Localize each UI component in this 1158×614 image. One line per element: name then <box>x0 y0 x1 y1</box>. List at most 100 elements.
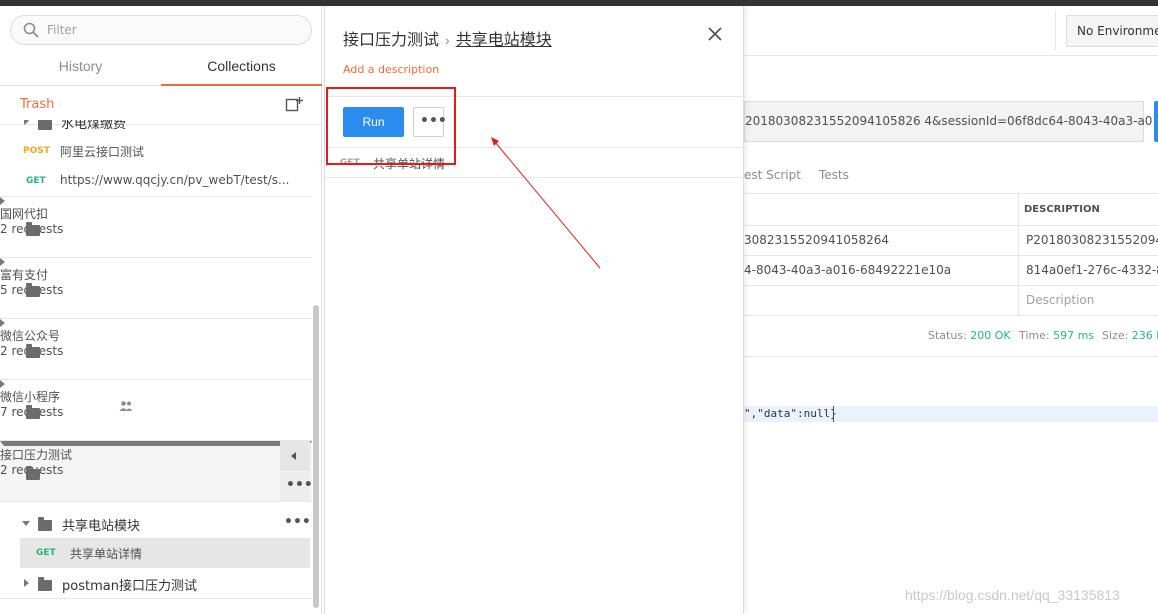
send-button[interactable] <box>1154 101 1158 142</box>
folder-icon <box>26 405 40 419</box>
tab-collections[interactable]: Collections <box>161 52 322 86</box>
collection-name: 接口压力测试 <box>0 448 73 462</box>
collection-item[interactable]: 微信公众号 2 requests <box>0 319 312 380</box>
collection-name: 富有支付 <box>0 268 49 282</box>
new-collection-icon[interactable] <box>285 96 303 114</box>
folder-icon <box>26 222 40 236</box>
panel-request-row[interactable]: GET 共享单站详情 <box>325 148 745 178</box>
time-label: Time: 597 ms <box>1019 329 1095 342</box>
collection-count: 5 requests <box>0 283 63 297</box>
method-badge: POST <box>23 146 50 156</box>
size-value: 236 B <box>1131 329 1158 342</box>
tab-pre-request-script[interactable]: est Script <box>744 168 801 182</box>
list-item-folder[interactable]: postman接口压力测试 <box>0 568 312 598</box>
caret-left-icon <box>291 452 296 460</box>
collection-name: 微信公众号 <box>0 329 61 343</box>
time-value: 597 ms <box>1053 329 1095 342</box>
collection-count: 7 requests <box>0 405 63 419</box>
folder-icon <box>38 577 52 591</box>
collection-name: 微信小程序 <box>0 390 61 404</box>
url-input[interactable]: 20180308231552094105826 4&sessionId=06f8… <box>744 101 1158 142</box>
caret-right-icon <box>24 579 29 587</box>
trash-label: Trash <box>20 97 55 112</box>
param-desc-placeholder[interactable]: Description <box>1026 293 1158 307</box>
environment-label: No Environment <box>1077 24 1158 38</box>
params-border <box>744 193 1158 194</box>
sidebar-scrollbar[interactable] <box>313 305 319 608</box>
collection-item-selected[interactable]: 接口压力测试 2 requests ••• <box>0 441 312 502</box>
sidebar-tabs: History Collections <box>0 52 322 86</box>
breadcrumb-folder[interactable]: 共享电站模块 <box>456 32 552 49</box>
list-item-folder[interactable]: 水电煤缴费 <box>0 120 312 138</box>
caret-right-icon <box>0 380 312 388</box>
filter-input[interactable] <box>47 20 297 40</box>
code-cursor <box>833 406 834 422</box>
breadcrumb-separator: › <box>445 32 450 48</box>
params-border <box>744 255 1158 256</box>
caret-down-icon <box>22 521 30 526</box>
filter-box[interactable] <box>10 15 312 45</box>
param-desc-cell[interactable]: 814a0ef1-276c-4332-84 <box>1026 263 1158 277</box>
caret-right-icon <box>24 120 29 125</box>
size-label: Size: 236 B <box>1102 329 1158 342</box>
params-border <box>744 285 1158 286</box>
collection-item[interactable]: 富有支付 5 requests <box>0 258 312 319</box>
url-text: 20180308231552094105826 4&sessionId=06f8… <box>745 114 1158 128</box>
folder-icon <box>26 466 40 480</box>
request-name: https://www.qqcjy.cn/pv_webT/test/s... <box>60 173 290 187</box>
collection-item[interactable]: 微信小程序 7 requests <box>0 380 312 441</box>
breadcrumb-collection[interactable]: 接口压力测试 <box>343 32 439 49</box>
tab-history[interactable]: History <box>0 52 161 86</box>
folder-name: 水电煤缴费 <box>61 120 127 132</box>
collection-item[interactable]: 国网代扣 2 requests <box>0 197 312 258</box>
more-options-button[interactable]: ••• <box>413 107 447 137</box>
params-border <box>744 225 1158 226</box>
list-item-folder[interactable]: 共享电站模块 ••• <box>0 508 312 538</box>
more-icon: ••• <box>420 113 447 129</box>
caret-right-icon <box>0 197 312 205</box>
folder-name: postman接口压力测试 <box>62 579 197 594</box>
request-name: 阿里云接口测试 <box>60 145 145 159</box>
description-column-header: DESCRIPTION <box>1024 204 1100 215</box>
add-description-link[interactable]: Add a description <box>343 63 439 76</box>
collection-runner-panel: 接口压力测试 › 共享电站模块 Add a description Run ••• … <box>324 6 745 614</box>
list-item-request-selected[interactable]: GET 共享单站详情 <box>20 538 310 568</box>
more-icon[interactable]: ••• <box>284 514 311 530</box>
response-divider <box>744 356 1158 357</box>
collection-count: 2 requests <box>0 463 63 477</box>
header-divider <box>744 55 1158 56</box>
folder-icon <box>26 283 40 297</box>
watermark: https://blog.csdn.net/qq_33135813 <box>905 587 1120 603</box>
collection-count: 2 requests <box>0 344 63 358</box>
team-icon <box>119 401 133 411</box>
list-item-request[interactable]: POST 阿里云接口测试 <box>0 137 312 167</box>
status-value: 200 OK <box>970 329 1011 342</box>
params-border <box>744 315 1158 316</box>
env-divider <box>1055 10 1056 50</box>
close-icon[interactable] <box>706 25 724 43</box>
response-code-line: ","data":null} <box>744 406 1158 422</box>
collection-name: 国网代扣 <box>0 207 49 221</box>
search-icon <box>23 22 39 38</box>
panel-divider <box>325 96 745 97</box>
param-value-cell[interactable]: 4-8043-40a3-a016-68492221e10a <box>744 263 1014 277</box>
collapse-panel-button[interactable] <box>280 441 310 471</box>
caret-right-icon <box>0 258 312 266</box>
param-value-cell[interactable]: 3082315520941058264 <box>744 233 1014 247</box>
environment-select[interactable]: No Environment <box>1066 15 1158 47</box>
tab-tests[interactable]: Tests <box>819 168 849 182</box>
request-name: 共享单站详情 <box>373 157 446 171</box>
param-desc-cell[interactable]: P201803082315520941 <box>1026 233 1158 247</box>
request-name: 共享单站详情 <box>70 547 143 561</box>
method-badge: GET <box>26 176 46 186</box>
run-button[interactable]: Run <box>343 107 404 137</box>
list-item-request[interactable]: GET https://www.qqcjy.cn/pv_webT/test/s.… <box>0 166 312 196</box>
method-badge: GET <box>36 548 56 558</box>
status-label: Status: 200 OK <box>928 329 1011 342</box>
params-column-divider <box>1018 193 1019 315</box>
caret-right-icon <box>0 319 312 327</box>
collection-more-button[interactable]: ••• <box>280 472 312 502</box>
method-badge: GET <box>340 158 360 168</box>
response-code-text: ","data":null} <box>744 407 837 420</box>
folder-name: 共享电站模块 <box>62 519 141 534</box>
